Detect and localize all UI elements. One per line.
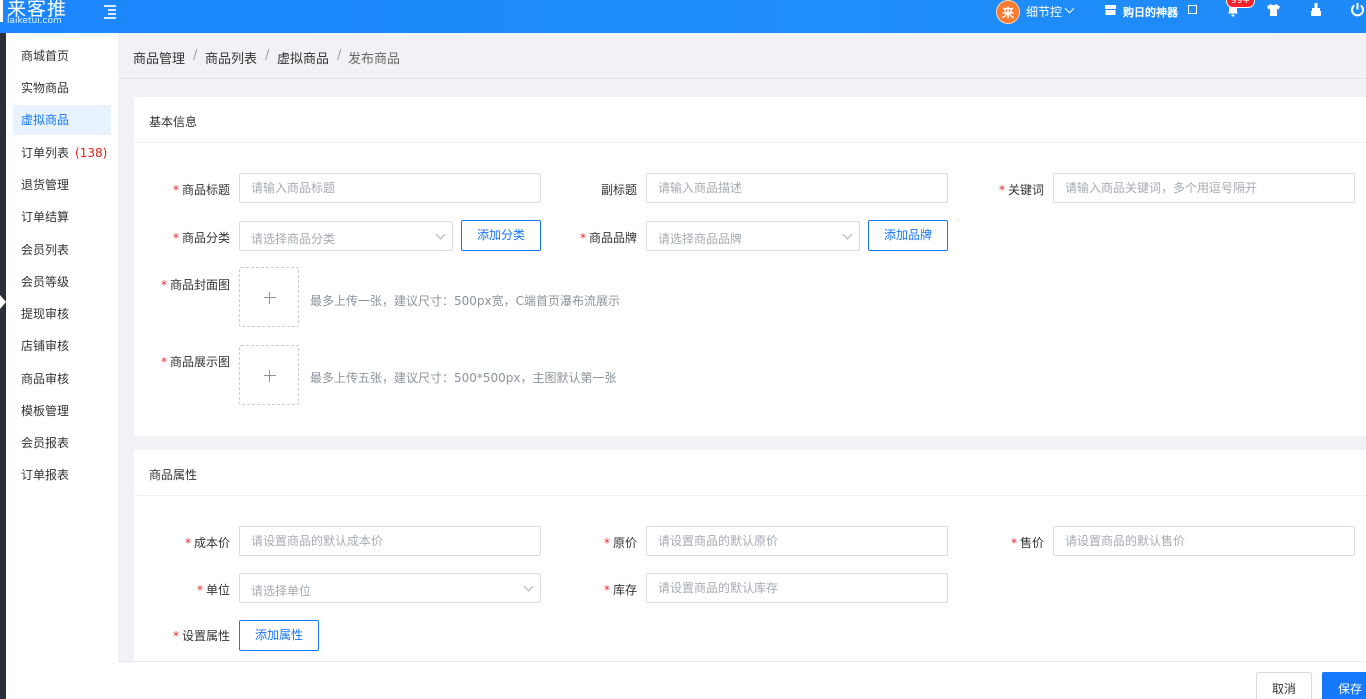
basic-info-card: 基本信息 *商品标题 副标题 *关键词 *商品分类 请选择商品分类 添加分类 *… xyxy=(134,97,1366,436)
sidebar-item-label: 订单列表 xyxy=(21,146,70,160)
gallery-image-label: * 商品展示图 xyxy=(160,355,230,369)
original-price-label: * 原价 xyxy=(603,536,637,550)
cover-image-upload[interactable] xyxy=(239,267,299,327)
subtitle-input[interactable] xyxy=(646,173,948,203)
chevron-down-icon xyxy=(523,581,534,592)
breadcrumb-virtual-goods[interactable]: 虚拟商品 xyxy=(277,48,329,67)
cover-image-label: * 商品封面图 xyxy=(160,278,230,292)
sale-price-input[interactable] xyxy=(1053,526,1355,556)
logo[interactable]: 来客推 laiketui.com xyxy=(0,0,70,33)
brand-select-placeholder: 请选择商品品牌 xyxy=(658,232,743,246)
power-icon[interactable] xyxy=(1350,2,1365,17)
sidebar-item-templates[interactable]: 模板管理 xyxy=(13,396,111,426)
external-link-icon[interactable] xyxy=(1188,5,1197,14)
breadcrumb: 商品管理 / 商品列表 / 虚拟商品 / 发布商品 xyxy=(118,33,1366,79)
sidebar-item-returns[interactable]: 退货管理 xyxy=(13,170,111,200)
sidebar-item-orders[interactable]: 订单列表 (138) xyxy=(13,138,111,168)
logo-mark xyxy=(0,0,3,22)
gallery-image-upload[interactable] xyxy=(239,345,299,405)
clear-cache-icon[interactable] xyxy=(1309,2,1323,17)
chevron-down-icon[interactable] xyxy=(1064,3,1075,14)
stock-label: * 库存 xyxy=(603,583,637,597)
unit-label: * 单位 xyxy=(196,583,230,597)
cover-image-hint: 最多上传一张，建议尺寸：500px宽，C端首页瀑布流展示 xyxy=(310,294,621,308)
shop-tool-icon[interactable] xyxy=(1104,4,1117,16)
plus-icon xyxy=(264,375,276,376)
sidebar-item-virtual-goods[interactable]: 虚拟商品 xyxy=(13,105,111,135)
category-select[interactable]: 请选择商品分类 xyxy=(239,221,453,251)
keywords-label: * 关键词 xyxy=(998,183,1044,197)
attributes-title: 商品属性 xyxy=(149,468,198,482)
category-select-placeholder: 请选择商品分类 xyxy=(251,232,336,246)
user-name[interactable]: 细节控 xyxy=(1026,3,1062,20)
user-avatar[interactable]: 来 xyxy=(996,0,1020,24)
sale-price-label: * 售价 xyxy=(1010,536,1044,550)
breadcrumb-separator: / xyxy=(265,48,270,63)
shopping-tool-link[interactable]: 购日的神器 xyxy=(1123,4,1178,20)
brand-select[interactable]: 请选择商品品牌 xyxy=(646,221,860,251)
logo-subtext: laiketui.com xyxy=(7,16,62,26)
menu-collapse-icon[interactable] xyxy=(104,5,118,19)
gallery-image-hint: 最多上传五张，建议尺寸：500*500px，主图默认第一张 xyxy=(310,371,617,385)
top-header-bar: 来客推 laiketui.com 来 细节控 购日的神器 99+ xyxy=(0,0,1366,33)
add-brand-button[interactable]: 添加品牌 xyxy=(868,220,948,251)
chevron-down-icon xyxy=(435,229,446,240)
notification-badge: 99+ xyxy=(1226,0,1255,8)
sidebar-item-store-review[interactable]: 店铺审核 xyxy=(13,331,111,361)
breadcrumb-product-list[interactable]: 商品列表 xyxy=(205,48,257,67)
action-footer xyxy=(118,661,1366,699)
sidebar-item-product-review[interactable]: 商品审核 xyxy=(13,364,111,394)
cancel-button[interactable]: 取消 xyxy=(1256,672,1312,699)
brand-label: * 商品品牌 xyxy=(579,231,637,245)
set-attribute-label: * 设置属性 xyxy=(172,629,230,643)
sidebar-item-settlement[interactable]: 订单结算 xyxy=(13,202,111,232)
product-title-input[interactable] xyxy=(239,173,541,203)
cost-price-label: * 成本价 xyxy=(184,536,230,550)
stock-input[interactable] xyxy=(646,573,948,603)
breadcrumb-separator: / xyxy=(337,48,342,63)
add-category-button[interactable]: 添加分类 xyxy=(461,220,541,251)
card-header: 商品属性 xyxy=(134,450,1366,496)
product-attributes-card: 商品属性 *成本价 *原价 *售价 *单位 请选择单位 *库存 *设置属性 添加… xyxy=(134,450,1366,661)
add-attribute-button[interactable]: 添加属性 xyxy=(239,620,319,651)
cost-price-input[interactable] xyxy=(239,526,541,556)
sidebar-item-physical-goods[interactable]: 实物商品 xyxy=(13,73,111,103)
order-count-badge: (138) xyxy=(75,146,108,160)
sidebar-item-member-report[interactable]: 会员报表 xyxy=(13,428,111,458)
sidebar: 商城首页 实物商品 虚拟商品 订单列表 (138) 退货管理 订单结算 会员列表 … xyxy=(6,33,118,699)
card-header: 基本信息 xyxy=(134,97,1366,143)
original-price-input[interactable] xyxy=(646,526,948,556)
save-button[interactable]: 保存 xyxy=(1322,672,1366,699)
sidebar-item-member-levels[interactable]: 会员等级 xyxy=(13,267,111,297)
sidebar-item-order-report[interactable]: 订单报表 xyxy=(13,460,111,490)
breadcrumb-current: 发布商品 xyxy=(348,52,401,67)
sidebar-item-home[interactable]: 商城首页 xyxy=(13,41,111,71)
keywords-input[interactable] xyxy=(1053,173,1355,203)
breadcrumb-product-management[interactable]: 商品管理 xyxy=(133,48,185,67)
category-label: * 商品分类 xyxy=(172,231,230,245)
chevron-down-icon xyxy=(842,229,853,240)
sidebar-item-members[interactable]: 会员列表 xyxy=(13,235,111,265)
basic-info-title: 基本信息 xyxy=(149,115,198,129)
theme-shirt-icon[interactable] xyxy=(1266,3,1281,17)
product-title-label: * 商品标题 xyxy=(172,183,230,197)
unit-select[interactable]: 请选择单位 xyxy=(239,573,541,603)
plus-icon xyxy=(264,297,276,298)
unit-select-placeholder: 请选择单位 xyxy=(251,584,312,598)
breadcrumb-separator: / xyxy=(193,48,198,63)
sidebar-item-withdraw-review[interactable]: 提现审核 xyxy=(13,299,111,329)
subtitle-label: 副标题 xyxy=(600,183,637,197)
